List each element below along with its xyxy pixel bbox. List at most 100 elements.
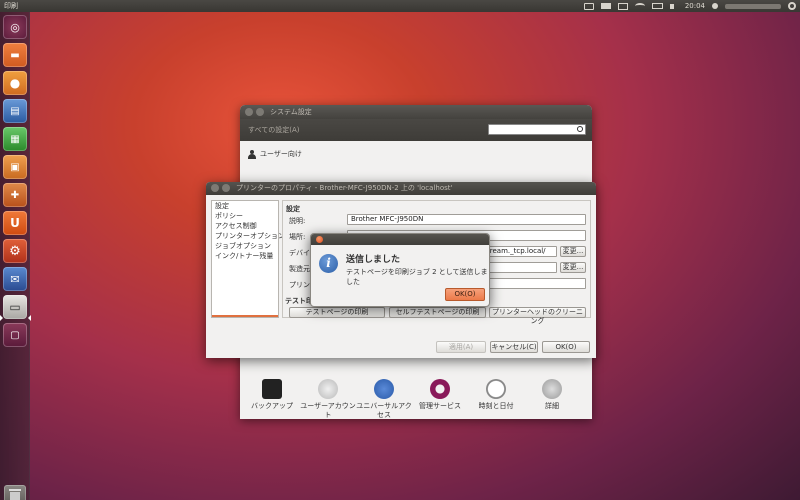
launcher-files[interactable]: ▬ (3, 43, 27, 67)
sidebar-scroll-indicator (212, 315, 278, 317)
settings-item-universal-access[interactable]: ユニバーサルアクセス (354, 379, 414, 419)
system-tray: 20:04 (583, 0, 796, 12)
print-test-page-button[interactable]: テストページの印刷 (289, 307, 385, 318)
settings-item-user-accounts[interactable]: ユーザーアカウント (298, 379, 358, 419)
settings-item-management[interactable]: 管理サービス (410, 379, 470, 411)
mail-icon[interactable] (617, 2, 628, 10)
device-uri-label: デバイ (289, 249, 310, 257)
person-icon (248, 149, 256, 159)
dialog-titlebar[interactable] (311, 234, 489, 245)
launcher-trash[interactable] (4, 485, 26, 500)
location-label: 場所: (289, 233, 306, 241)
launcher-writer[interactable]: ▤ (3, 99, 27, 123)
minimize-icon[interactable] (256, 108, 264, 116)
ok-button[interactable]: OK(O) (542, 341, 590, 353)
launcher-printer[interactable]: ▭ (3, 295, 27, 319)
settings-item-label: 時刻と日付 (478, 402, 514, 410)
settings-item-time-date[interactable]: 時刻と日付 (466, 379, 526, 411)
description-label: 説明: (289, 217, 306, 225)
launcher-firefox[interactable]: ● (3, 71, 27, 95)
printer-icon: ▭ (9, 300, 21, 314)
settings-item-details[interactable]: 詳細 (522, 379, 582, 411)
minimize-icon[interactable] (222, 184, 230, 192)
maker-change-button[interactable]: 変更... (560, 262, 586, 273)
launcher-ubuntu-dash[interactable]: ◎ (3, 15, 27, 39)
power-gear-icon[interactable] (788, 2, 796, 10)
section-personal-label: ユーザー向け (260, 150, 302, 158)
user-icon[interactable] (712, 3, 718, 9)
system-settings-title: システム設定 (270, 108, 312, 116)
active-indicator-icon (0, 315, 3, 321)
close-icon[interactable] (245, 108, 253, 116)
info-icon: i (319, 254, 338, 273)
sidebar-item-printer-options[interactable]: プリンターオプション (212, 231, 285, 241)
test-heading: テスト印 (285, 297, 313, 305)
launcher: ◎ ▬ ● ▤ ▦ ▣ ✚ U ⚙ ✉ ▭ ▢ (0, 12, 31, 500)
close-icon[interactable] (316, 236, 323, 243)
dialog-title: 送信しました (346, 255, 401, 265)
user-name[interactable] (725, 3, 781, 9)
close-icon[interactable] (211, 184, 219, 192)
sidebar-item-policies[interactable]: ポリシー (212, 211, 278, 221)
all-settings-button[interactable]: すべての設定(A) (248, 125, 299, 135)
dialog-ok-button[interactable]: OK(O) (445, 288, 485, 301)
description-field[interactable]: Brother MFC-J950DN (347, 214, 586, 225)
trash-lid-icon (9, 489, 21, 491)
sidebar-item-ink-toner[interactable]: インク/トナー残量 (212, 251, 278, 261)
volume-icon[interactable] (669, 3, 678, 9)
wifi-icon[interactable] (634, 3, 645, 9)
clean-print-heads-button[interactable]: プリンターヘッドのクリーニング (489, 307, 586, 325)
trash-icon (10, 492, 20, 500)
printer-icon[interactable] (600, 3, 611, 9)
backup-icon (262, 379, 282, 399)
launcher-calc[interactable]: ▦ (3, 127, 27, 151)
cancel-button[interactable]: キャンセル(C) (490, 341, 538, 353)
shopping-bag-icon: ✚ (10, 189, 20, 201)
launcher-software-center[interactable]: ✚ (3, 183, 27, 207)
sidebar-item-settings[interactable]: 設定 (212, 201, 278, 211)
launcher-impress[interactable]: ▣ (3, 155, 27, 179)
section-personal: ユーザー向け (248, 149, 302, 159)
calc-icon: ▦ (10, 133, 20, 145)
device-uri-field[interactable]: tream._tcp.local/ (483, 246, 557, 257)
settings-item-label: ユーザーアカウント (300, 402, 356, 419)
top-panel: 印刷 20:04 (0, 0, 800, 12)
ubuntu-logo-icon: ◎ (10, 20, 20, 34)
focus-arrow-icon (28, 315, 31, 321)
printer-state-field (483, 278, 586, 289)
settings-item-label: 管理サービス (419, 402, 461, 410)
settings-item-label: バックアップ (251, 402, 293, 410)
app-title: 印刷 (4, 2, 18, 10)
printer-properties-title: プリンターのプロパティ - Brother-MFC-J950DN-2 上の 'l… (236, 184, 453, 192)
sidebar-item-job-options[interactable]: ジョブオプション (212, 241, 278, 251)
settings-item-label: 詳細 (545, 402, 559, 410)
window-controls (211, 184, 230, 192)
sent-dialog: i 送信しました テストページを印刷ジョブ 2 として送信しました OK(O) (310, 233, 490, 307)
launcher-system-settings[interactable]: ⚙ (3, 239, 27, 263)
battery-icon[interactable] (651, 3, 663, 9)
search-input[interactable] (488, 124, 586, 135)
window-controls (245, 108, 264, 116)
workspace-icon: ▢ (10, 329, 20, 341)
keyboard-icon[interactable] (583, 2, 594, 10)
printer-properties-sidebar: 設定 ポリシー アクセス制御 プリンターオプション ジョブオプション インク/ト… (211, 200, 285, 318)
maker-field[interactable] (483, 262, 557, 273)
clock[interactable]: 20:04 (685, 0, 705, 12)
settings-item-backup[interactable]: バックアップ (242, 379, 302, 411)
print-self-test-button[interactable]: セルフテストページの印刷 (389, 307, 486, 318)
printer-properties-titlebar[interactable]: プリンターのプロパティ - Brother-MFC-J950DN-2 上の 'l… (206, 182, 596, 195)
launcher-ubuntu-one[interactable]: U (3, 211, 27, 235)
sidebar-item-access-control[interactable]: アクセス制御 (212, 221, 278, 231)
universal-access-icon (374, 379, 394, 399)
gear-icon: ⚙ (9, 243, 21, 259)
launcher-workspace[interactable]: ▢ (3, 323, 27, 347)
landscape-icon (430, 379, 450, 399)
ubuntu-one-icon: U (10, 216, 20, 230)
apply-button[interactable]: 適用(A) (436, 341, 486, 353)
device-uri-change-button[interactable]: 変更... (560, 246, 586, 257)
launcher-thunderbird[interactable]: ✉ (3, 267, 27, 291)
system-settings-toolbar: すべての設定(A) (240, 119, 592, 141)
system-settings-titlebar[interactable]: システム設定 (240, 105, 592, 119)
users-icon (318, 379, 338, 399)
writer-icon: ▤ (10, 105, 20, 117)
